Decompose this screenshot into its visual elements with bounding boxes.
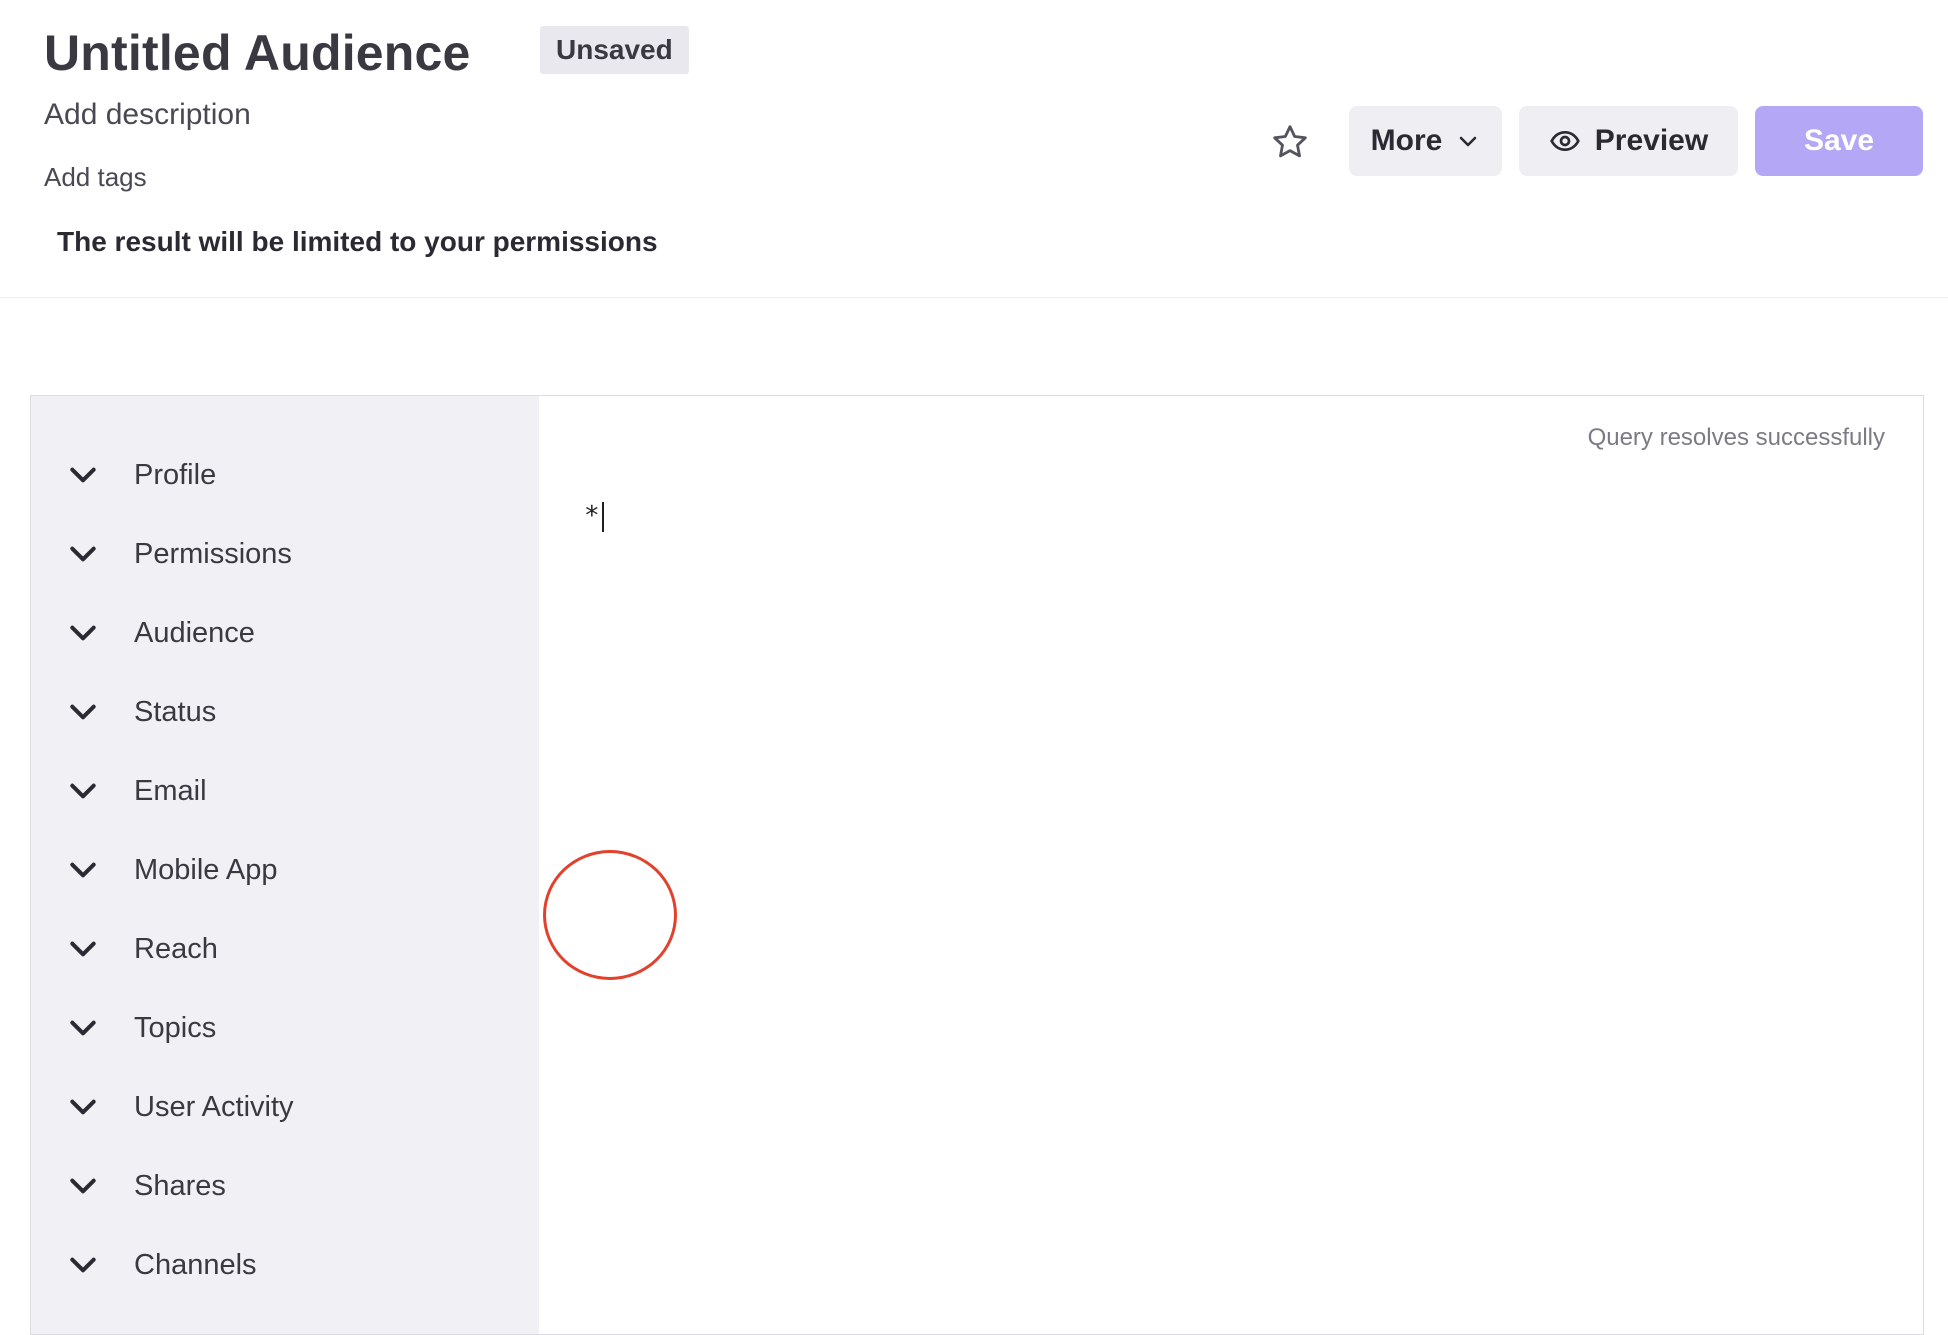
sidebar-item-label: Permissions — [134, 538, 292, 571]
sidebar-item-label: Topics — [134, 1012, 216, 1045]
more-label: More — [1371, 124, 1443, 158]
query-editor[interactable]: Query resolves successfully * — [539, 396, 1923, 1334]
page-title[interactable]: Untitled Audience — [44, 24, 471, 82]
text-caret — [602, 502, 604, 532]
chevron-down-icon — [67, 1012, 99, 1044]
sidebar-item-label: User Activity — [134, 1091, 294, 1124]
sidebar-item-label: Profile — [134, 459, 216, 492]
audience-header: Untitled Audience Unsaved Add descriptio… — [0, 0, 1948, 298]
chevron-down-icon — [67, 696, 99, 728]
sidebar-item-status[interactable]: Status — [31, 682, 539, 742]
unsaved-badge: Unsaved — [540, 26, 689, 74]
sidebar-item-label: Email — [134, 775, 207, 808]
sidebar-item-label: Audience — [134, 617, 255, 650]
sidebar-item-label: Status — [134, 696, 216, 729]
chevron-down-icon — [67, 854, 99, 886]
star-icon[interactable] — [1270, 122, 1310, 162]
sidebar-item-label: Channels — [134, 1249, 257, 1282]
sidebar-item-user-activity[interactable]: User Activity — [31, 1077, 539, 1137]
tags-field[interactable]: Add tags — [44, 162, 147, 193]
sidebar-item-shares[interactable]: Shares — [31, 1156, 539, 1216]
sidebar-item-audience[interactable]: Audience — [31, 603, 539, 663]
preview-button[interactable]: Preview — [1519, 106, 1738, 176]
query-value: * — [584, 501, 600, 531]
sidebar-item-mobile-app[interactable]: Mobile App — [31, 840, 539, 900]
more-button[interactable]: More — [1349, 106, 1502, 176]
sidebar-item-profile[interactable]: Profile — [31, 445, 539, 505]
query-status: Query resolves successfully — [1588, 424, 1885, 452]
sidebar-item-topics[interactable]: Topics — [31, 998, 539, 1058]
description-field[interactable]: Add description — [44, 98, 251, 132]
eye-icon — [1549, 125, 1581, 157]
sidebar-item-email[interactable]: Email — [31, 761, 539, 821]
save-button[interactable]: Save — [1755, 106, 1923, 176]
chevron-down-icon — [67, 1249, 99, 1281]
chevron-down-icon — [67, 538, 99, 570]
permission-note: The result will be limited to your permi… — [57, 226, 658, 258]
chevron-down-icon — [67, 1091, 99, 1123]
field-category-sidebar: Profile Permissions Audience Status Emai… — [31, 396, 539, 1334]
preview-label: Preview — [1595, 124, 1708, 158]
chevron-down-icon — [67, 933, 99, 965]
sidebar-item-label: Reach — [134, 933, 218, 966]
chevron-down-icon — [67, 459, 99, 491]
chevron-down-icon — [67, 775, 99, 807]
query-text[interactable]: * — [584, 501, 604, 532]
sidebar-item-reach[interactable]: Reach — [31, 919, 539, 979]
query-builder-panel: Profile Permissions Audience Status Emai… — [30, 395, 1924, 1335]
sidebar-item-label: Mobile App — [134, 854, 278, 887]
chevron-down-icon — [67, 1170, 99, 1202]
sidebar-item-channels[interactable]: Channels — [31, 1235, 539, 1295]
sidebar-item-permissions[interactable]: Permissions — [31, 524, 539, 584]
chevron-down-icon — [67, 617, 99, 649]
chevron-down-icon — [1456, 129, 1480, 153]
sidebar-item-label: Shares — [134, 1170, 226, 1203]
